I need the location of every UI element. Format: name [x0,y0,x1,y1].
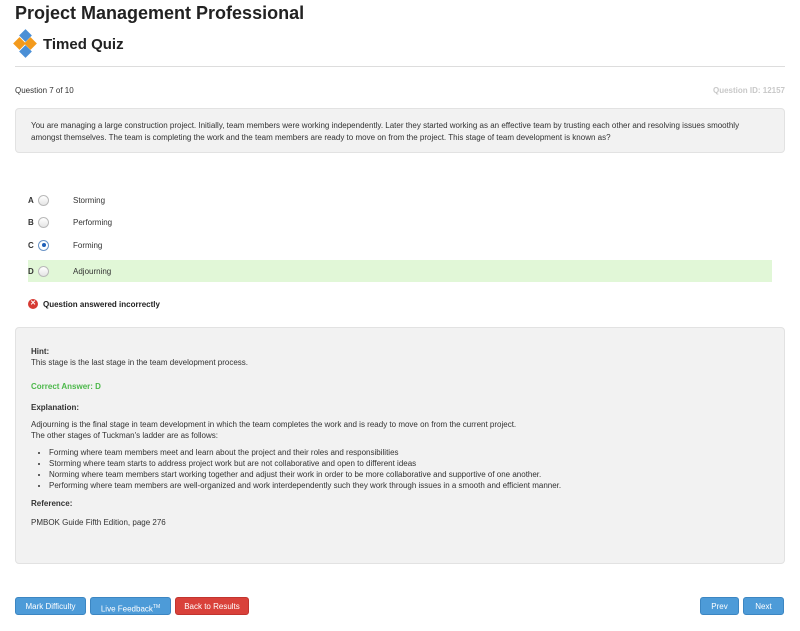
hint-label: Hint: [31,347,50,356]
quiz-header: Timed Quiz [13,29,124,58]
option-b-radio[interactable] [38,216,49,228]
live-feedback-button[interactable]: Live FeedbackTM [90,597,171,615]
option-letter: B [28,217,34,227]
question-text: You are managing a large construction pr… [31,121,740,142]
x-circle-icon: ✕ [28,299,38,309]
hint-text: This stage is the last stage in the team… [31,358,249,367]
app-title: Project Management Professional [15,3,305,23]
option-d[interactable]: D Adjourning [28,260,772,282]
correct-answer: Correct Answer: D [31,382,101,391]
trademark-mark: TM [152,604,161,610]
explanation-line: Adjourning is the final stage in team de… [31,420,517,429]
list-item: Performing where team members are well-o… [49,480,769,491]
explanation-text: Adjourning is the final stage in team de… [31,419,769,441]
list-item: Forming where team members meet and lear… [49,447,769,458]
question-id: Question ID: 12157 [712,86,785,95]
option-label: Adjourning [73,266,112,276]
answer-feedback: ✕ Question answered incorrectly [28,299,160,309]
prev-button[interactable]: Prev [700,597,739,615]
question-text-box: You are managing a large construction pr… [15,108,785,153]
feedback-text: Question answered incorrectly [43,299,160,309]
quiz-logo-icon [13,29,37,58]
next-button[interactable]: Next [743,597,784,615]
option-letter: C [28,240,34,250]
question-counter: Question 7 of 10 [15,86,74,95]
reference-label: Reference: [31,499,73,508]
option-letter: D [28,266,34,276]
option-label: Storming [73,195,106,205]
explanation-list: Forming where team members meet and lear… [31,447,769,491]
quiz-title: Timed Quiz [43,35,124,53]
option-label: Forming [73,240,103,250]
option-a-radio[interactable] [38,194,49,206]
live-feedback-label: Live Feedback [100,604,153,614]
list-item: Storming where team starts to address pr… [49,458,769,469]
mark-difficulty-button[interactable]: Mark Difficulty [15,597,86,615]
option-c-radio[interactable] [38,239,49,251]
option-c[interactable]: C Forming [28,234,772,256]
option-letter: A [28,195,34,205]
hint-panel: Hint: This stage is the last stage in th… [15,327,785,564]
explanation-label: Explanation: [31,403,80,412]
list-item: Norming where team members start working… [49,469,769,480]
option-label: Performing [73,217,113,227]
option-d-radio[interactable] [38,265,49,277]
option-a[interactable]: A Storming [28,189,772,211]
option-b[interactable]: B Performing [28,211,772,233]
header-divider [15,66,785,67]
back-to-results-button[interactable]: Back to Results [175,597,249,615]
explanation-line: The other stages of Tuckman's ladder are… [31,431,218,440]
reference-text: PMBOK Guide Fifth Edition, page 276 [31,518,166,527]
